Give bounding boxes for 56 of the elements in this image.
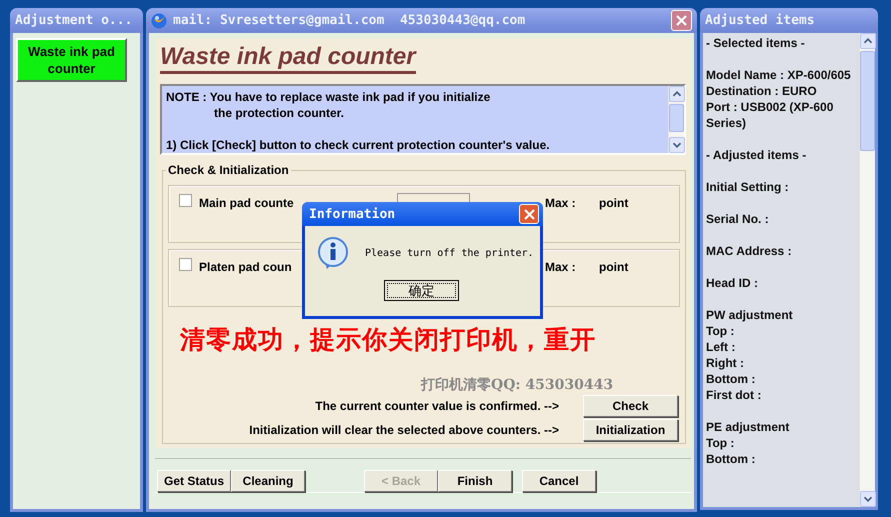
info-line: Left : (706, 339, 736, 355)
info-line: Model Name : XP-600/605 (706, 67, 852, 83)
note-text: 1) Click [Check] button to check current protection counter's value. (166, 137, 551, 153)
unit-label: point (599, 260, 628, 274)
unit-label: point (599, 196, 628, 210)
note-text: NOTE : You have to replace waste ink pad if you initialize (166, 89, 492, 105)
ok-button[interactable]: 确定 (384, 280, 459, 301)
group-title: Check & Initialization (167, 163, 290, 177)
close-button[interactable] (519, 204, 539, 224)
info-line: Top : (706, 435, 736, 451)
action-button[interactable]: Initialization (583, 419, 678, 441)
info-line: Head ID : (706, 275, 760, 291)
info-line: Destination : EURO (706, 83, 818, 99)
overlay-caption: 打印机清零QQ: 453030443 (421, 377, 614, 393)
close-icon (522, 208, 536, 220)
action-hint: Initialization will clear the selected above counters. --> (249, 423, 559, 437)
wizard-button[interactable]: Cleaning (231, 470, 305, 492)
close-icon (675, 14, 688, 27)
swirl-logo-icon (151, 12, 167, 28)
page-heading: Waste ink pad counter (160, 44, 416, 74)
info-line: - Adjusted items - (706, 147, 808, 163)
window-title: Adjustment o... (10, 8, 143, 33)
info-line: - Selected items - (706, 35, 806, 51)
checkbox[interactable] (179, 194, 192, 207)
max-label: Max : (545, 196, 577, 210)
info-line: Port : USB002 (XP-600 Series) (706, 99, 834, 131)
wizard-button[interactable]: Get Status (157, 470, 231, 492)
dialog-message: Please turn off the printer. (365, 248, 534, 258)
action-hint: The current counter value is confirmed. --> (315, 399, 559, 413)
wizard-button[interactable]: Cancel (522, 470, 596, 492)
info-line: MAC Address : (706, 243, 793, 259)
scroll-thumb[interactable] (860, 51, 875, 151)
info-line: PE adjustment (706, 419, 790, 435)
scroll-thumb[interactable] (669, 104, 684, 132)
window-title: Adjusted items (700, 8, 878, 33)
info-line: Bottom : (706, 371, 756, 387)
info-line: Bottom : (706, 451, 756, 467)
window-title: mail: Svresetters@gmail.com 453030443@qq.com (173, 13, 526, 28)
action-button[interactable]: Check (583, 395, 678, 417)
max-label: Max : (545, 260, 577, 274)
menu-item[interactable]: Waste ink pad counter (16, 38, 127, 82)
counter-label: Main pad counte (199, 196, 295, 210)
info-line: PW adjustment (706, 307, 794, 323)
info-line: Initial Setting : (706, 179, 790, 195)
close-button[interactable] (671, 10, 692, 31)
info-line: Serial No. : (706, 211, 770, 227)
info-icon (317, 236, 349, 270)
info-line: Right : (706, 355, 745, 371)
dialog-title: Information (309, 206, 396, 222)
counter-label: Platen pad coun (199, 260, 293, 274)
wizard-button[interactable]: Finish (438, 470, 512, 492)
checkbox[interactable] (179, 258, 192, 271)
note-text: the protection counter. (213, 105, 346, 121)
info-line: Top : (706, 323, 736, 339)
info-line: First dot : (706, 387, 762, 403)
annotation-text: 清零成功，提示你关闭打印机，重开 (180, 324, 597, 356)
